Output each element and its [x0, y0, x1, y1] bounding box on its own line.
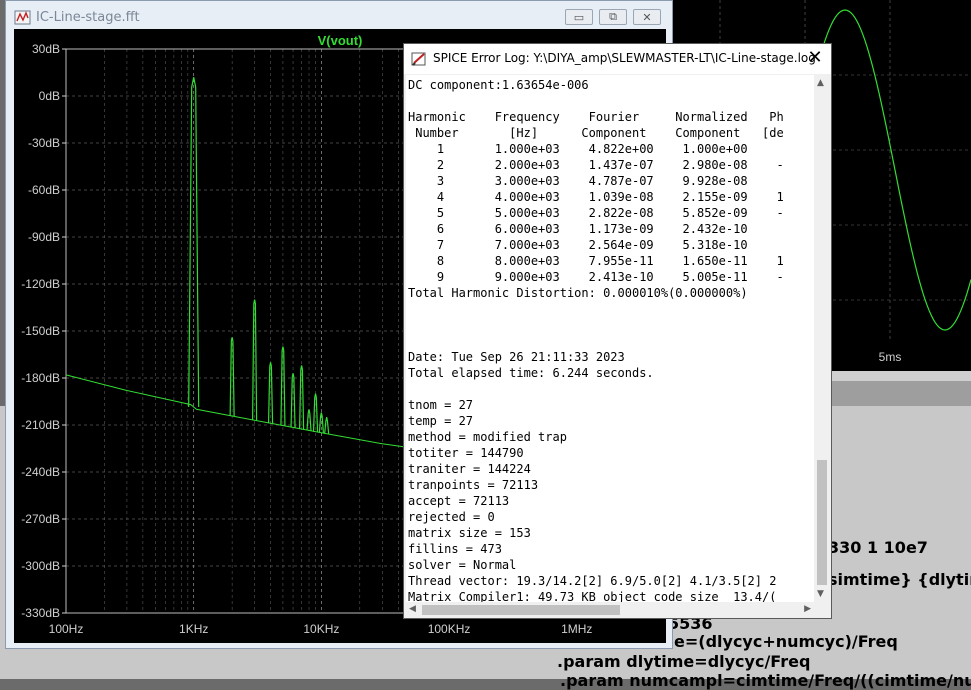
spice-log-icon	[411, 52, 426, 66]
log-line: totiter = 144790	[408, 446, 524, 460]
log-window-title: SPICE Error Log: Y:\DIYA_amp\SLEWMASTER-…	[433, 51, 816, 65]
log-line: accept = 72113	[408, 494, 510, 508]
waveform-x-tick-label: 5ms	[879, 350, 902, 364]
y-tick-label: -330dB	[21, 606, 60, 620]
y-tick-label: 30dB	[32, 42, 60, 56]
log-line: 6 6.000e+03 1.173e-09 2.432e-10	[408, 222, 748, 236]
horizontal-scrollbar[interactable]: ◀ ▶	[406, 602, 814, 618]
log-line: solver = Normal	[408, 558, 517, 572]
log-close-button[interactable]: ✕	[805, 48, 825, 68]
log-line: DC component:1.63654e-006	[408, 78, 589, 92]
y-tick-label: -240dB	[21, 465, 60, 479]
vertical-scroll-thumb[interactable]	[817, 460, 827, 585]
netlist-line: .param dlytime=dlycyc/Freq	[557, 652, 811, 671]
scroll-up-icon[interactable]: ▲	[817, 78, 824, 88]
trace-label[interactable]: V(vout)	[318, 33, 363, 48]
y-tick-label: 0dB	[39, 89, 60, 103]
netlist-line: .param numcampl=cimtime/Freq/((cimtime/n…	[560, 671, 971, 690]
y-tick-label: -30dB	[28, 136, 60, 150]
log-text: DC component:1.63654e-006 Harmonic Frequ…	[408, 77, 784, 602]
y-tick-label: -270dB	[21, 512, 60, 526]
minimize-button[interactable]: ▭	[565, 9, 593, 25]
log-line: 7 7.000e+03 2.564e-09 5.318e-10	[408, 238, 748, 252]
log-line: Date: Tue Sep 26 21:11:33 2023	[408, 350, 625, 364]
vertical-scrollbar[interactable]: ▲ ▼	[814, 75, 830, 602]
log-line: 9 9.000e+03 2.413e-10 5.005e-11 -	[408, 270, 784, 284]
log-line: 1 1.000e+03 4.822e+00 1.000e+00	[408, 142, 748, 156]
log-line: tnom = 27	[408, 398, 474, 412]
log-line: 3 3.000e+03 4.787e-07 9.928e-08	[408, 174, 748, 188]
log-line: matrix size = 153	[408, 526, 531, 540]
log-window-titlebar[interactable]: SPICE Error Log: Y:\DIYA_amp\SLEWMASTER-…	[404, 44, 831, 74]
log-line: Thread vector: 19.3/14.2[2] 6.9/5.0[2] 4…	[408, 574, 777, 588]
log-line: Harmonic Frequency Fourier Normalized Ph	[408, 110, 784, 124]
maximize-icon: ⧉	[609, 10, 617, 23]
scroll-down-icon[interactable]: ▼	[817, 589, 824, 599]
harmonic-peak	[324, 417, 330, 434]
netlist-line: simtime} {dlytime	[828, 570, 971, 589]
x-tick-label: 1KHz	[179, 622, 208, 636]
log-line: 2 2.000e+03 1.437e-07 2.980e-08 -	[408, 158, 784, 172]
log-line: temp = 27	[408, 414, 474, 428]
scroll-right-icon[interactable]: ▶	[804, 604, 811, 614]
y-tick-label: -180dB	[21, 371, 60, 385]
y-tick-label: -150dB	[21, 324, 60, 338]
spice-error-log-window[interactable]: SPICE Error Log: Y:\DIYA_amp\SLEWMASTER-…	[403, 43, 832, 619]
close-button[interactable]: ✕	[633, 9, 661, 25]
close-icon: ✕	[807, 47, 823, 68]
log-line: Number [Hz] Component Component [de	[408, 126, 784, 140]
close-icon: ✕	[642, 10, 652, 24]
netlist-line: e=(dlycyc+numcyc)/Freq	[674, 632, 898, 651]
y-tick-label: -300dB	[21, 559, 60, 573]
y-tick-label: -120dB	[21, 277, 60, 291]
log-line: Matrix Compiler1: 49.73 KB object code s…	[408, 590, 777, 602]
x-tick-label: 100Hz	[49, 622, 84, 636]
minimize-icon: ▭	[573, 10, 585, 24]
scroll-left-icon[interactable]: ◀	[409, 604, 416, 614]
log-line: fillins = 473	[408, 542, 502, 556]
log-line: Total Harmonic Distortion: 0.000010%(0.0…	[408, 286, 748, 300]
log-line: 5 5.000e+03 2.822e-08 5.852e-09 -	[408, 206, 784, 220]
netlist-line: 330 1 10e7	[828, 538, 928, 557]
log-line: 8 8.000e+03 7.955e-11 1.650e-11 1	[408, 254, 784, 268]
log-text-area[interactable]: DC component:1.63654e-006 Harmonic Frequ…	[406, 75, 814, 602]
log-line: rejected = 0	[408, 510, 495, 524]
harmonic-peak	[252, 299, 258, 421]
y-tick-label: -210dB	[21, 418, 60, 432]
log-line: 4 4.000e+03 1.039e-08 2.155e-09 1	[408, 190, 784, 204]
log-line: Total elapsed time: 6.244 seconds.	[408, 366, 654, 380]
x-tick-label: 1MHz	[561, 622, 592, 636]
y-tick-label: -90dB	[28, 230, 60, 244]
maximize-button[interactable]: ⧉	[599, 9, 627, 25]
x-tick-label: 10KHz	[303, 622, 339, 636]
ltspice-app-icon	[14, 10, 31, 25]
log-line: method = modified trap	[408, 430, 567, 444]
x-tick-label: 100KHz	[428, 622, 471, 636]
y-tick-label: -60dB	[28, 183, 60, 197]
fft-window-title: IC-Line-stage.fft	[36, 10, 140, 25]
log-line: tranpoints = 72113	[408, 478, 539, 492]
log-line: traniter = 144224	[408, 462, 531, 476]
horizontal-scroll-thumb[interactable]	[422, 605, 620, 615]
